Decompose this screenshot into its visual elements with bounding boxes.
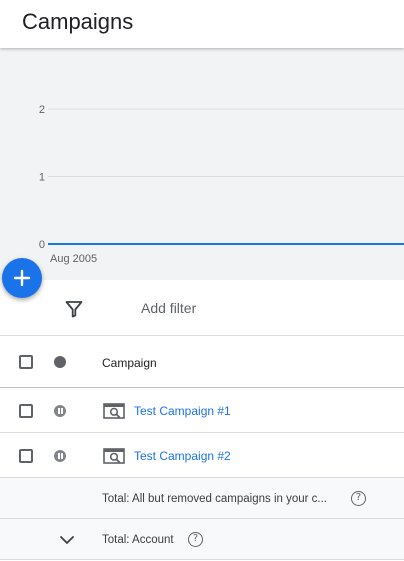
row-checkbox[interactable] (19, 404, 33, 418)
select-all-checkbox[interactable] (19, 355, 33, 369)
y-tick-label: 0 (39, 239, 45, 251)
chart-svg: 0 1 2 Aug 2005 (39, 104, 404, 265)
filter-icon[interactable] (64, 299, 84, 319)
campaign-link[interactable]: Test Campaign #2 (134, 448, 231, 464)
total-row-account: Total: Account ? (0, 519, 404, 560)
page-title: Campaigns (22, 9, 134, 34)
add-filter-button[interactable]: Add filter (141, 299, 196, 317)
x-tick-label: Aug 2005 (50, 253, 97, 265)
help-icon[interactable]: ? (188, 532, 203, 547)
plus-icon (13, 269, 31, 287)
search-campaign-icon (103, 448, 125, 464)
total-label: Total: All but removed campaigns in your… (102, 493, 327, 505)
row-checkbox[interactable] (19, 449, 33, 463)
total-row-campaigns: Total: All but removed campaigns in your… (0, 478, 404, 519)
campaign-link[interactable]: Test Campaign #1 (134, 403, 231, 419)
pause-icon[interactable] (54, 450, 66, 462)
y-tick-label: 2 (39, 104, 45, 116)
filter-bar: Add filter (0, 280, 404, 336)
search-campaign-icon (103, 403, 125, 419)
table-row: Test Campaign #2 (0, 433, 404, 478)
performance-chart: 0 1 2 Aug 2005 (0, 48, 404, 280)
table-header-row: Campaign (0, 337, 404, 388)
pause-icon[interactable] (54, 405, 66, 417)
status-column-icon[interactable] (54, 356, 66, 368)
total-label: Total: Account (102, 534, 174, 546)
table-row: Test Campaign #1 (0, 388, 404, 433)
column-header-campaign[interactable]: Campaign (102, 355, 157, 371)
create-campaign-button[interactable] (2, 258, 42, 298)
page-header: Campaigns (0, 0, 404, 48)
y-tick-label: 1 (39, 172, 45, 184)
chevron-down-icon[interactable] (58, 531, 76, 549)
help-icon[interactable]: ? (351, 491, 366, 506)
